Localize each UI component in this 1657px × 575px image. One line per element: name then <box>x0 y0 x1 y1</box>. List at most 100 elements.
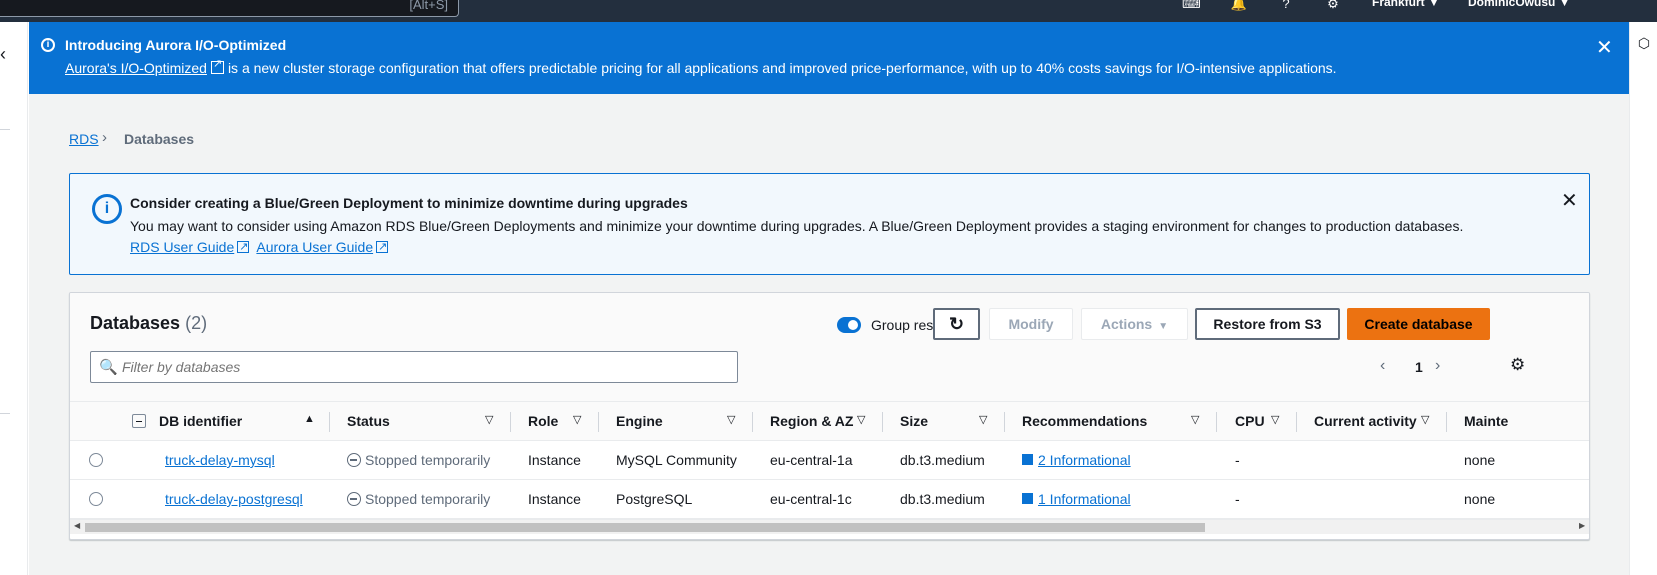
next-page-icon[interactable]: › <box>1435 357 1440 375</box>
recommendations-link[interactable]: 1 Informational <box>1038 491 1131 507</box>
previous-page-icon[interactable]: ‹ <box>1380 357 1385 375</box>
bell-icon[interactable]: 🔔 <box>1230 0 1248 11</box>
size-cell: db.t3.medium <box>900 452 985 468</box>
column-region-az[interactable]: Region & AZ <box>770 413 853 429</box>
collapse-all-checkbox[interactable] <box>132 414 146 428</box>
stopped-icon <box>347 492 361 506</box>
close-icon[interactable]: ✕ <box>1561 188 1578 213</box>
recommendations-link[interactable]: 2 Informational <box>1038 452 1131 468</box>
status-cell: Stopped temporarily <box>347 452 490 468</box>
table-row[interactable]: truck-delay-postgresql Stopped temporari… <box>70 480 1589 519</box>
filter-input[interactable] <box>122 356 722 378</box>
table-header: Databases (2) Group resources ↻ Modify A… <box>70 293 1589 401</box>
role-cell: Instance <box>528 491 581 507</box>
engine-cell: MySQL Community <box>616 452 737 468</box>
column-divider <box>1296 412 1297 432</box>
io-optimized-link[interactable]: Aurora's I/O-Optimized <box>65 60 207 76</box>
alert-message-text: You may want to consider using Amazon RD… <box>130 218 1464 234</box>
top-navigation: [Alt+S] ⌨ 🔔 ? ⚙ Frankfurt ▼ DominicOwusu… <box>0 0 1657 22</box>
sort-icon[interactable]: ▽ <box>857 413 865 426</box>
sort-ascending-icon[interactable]: ▲ <box>304 413 315 425</box>
restore-from-s3-button[interactable]: Restore from S3 <box>1195 308 1340 340</box>
cpu-cell: - <box>1235 452 1240 468</box>
column-db-identifier[interactable]: DB identifier <box>159 413 242 429</box>
db-identifier-link[interactable]: truck-delay-postgresql <box>165 491 303 507</box>
external-link-icon <box>376 237 389 258</box>
row-select-radio[interactable] <box>89 453 103 467</box>
refresh-button[interactable]: ↻ <box>933 308 980 340</box>
scroll-right-icon[interactable]: ▶ <box>1579 521 1585 530</box>
informational-icon <box>1022 454 1033 465</box>
main-content: i Introducing Aurora I/O-Optimized Auror… <box>29 22 1629 575</box>
caret-down-icon: ▼ <box>1158 321 1169 332</box>
column-size[interactable]: Size <box>900 413 928 429</box>
sort-icon[interactable]: ▽ <box>979 413 987 426</box>
sort-icon[interactable]: ▽ <box>573 413 581 426</box>
sort-icon[interactable]: ▽ <box>1271 413 1279 426</box>
column-recommendations[interactable]: Recommendations <box>1022 413 1147 429</box>
flash-banner: i Introducing Aurora I/O-Optimized Auror… <box>29 22 1629 94</box>
maintenance-cell: none <box>1464 491 1496 507</box>
column-maintenance[interactable]: Mainte <box>1464 413 1508 429</box>
aurora-user-guide-link[interactable]: Aurora User Guide <box>256 239 373 255</box>
column-divider <box>329 412 330 432</box>
scrollbar-thumb[interactable] <box>85 523 1205 532</box>
column-cpu[interactable]: CPU <box>1235 413 1265 429</box>
region-selector[interactable]: Frankfurt ▼ <box>1372 0 1440 9</box>
side-navigation: ‹ <box>0 22 28 575</box>
recommendations-cell: 2 Informational <box>1022 452 1131 468</box>
breadcrumb-rds[interactable]: RDS <box>69 131 99 147</box>
row-select-radio[interactable] <box>89 492 103 506</box>
column-divider <box>1446 412 1447 432</box>
global-search-input[interactable]: [Alt+S] <box>0 0 459 17</box>
column-current-activity[interactable]: Current activity <box>1314 413 1417 429</box>
column-divider <box>1004 412 1005 432</box>
account-menu[interactable]: DominicOwusu ▼ <box>1468 0 1571 9</box>
status-cell: Stopped temporarily <box>347 491 490 507</box>
db-identifier-link[interactable]: truck-delay-mysql <box>165 452 275 468</box>
scroll-left-icon[interactable]: ◀ <box>74 521 80 530</box>
close-icon[interactable]: ✕ <box>1596 35 1613 60</box>
status-text: Stopped temporarily <box>365 452 491 468</box>
tools-icon[interactable]: ⬡ <box>1636 35 1652 51</box>
filter-input-wrapper: 🔍 <box>90 351 738 383</box>
stopped-icon <box>347 453 361 467</box>
flash-message: Aurora's I/O-Optimized is a new cluster s… <box>65 57 1337 76</box>
alert-message: You may want to consider using Amazon RD… <box>130 216 1490 258</box>
databases-table: Databases (2) Group resources ↻ Modify A… <box>69 292 1590 540</box>
sort-icon[interactable]: ▽ <box>1421 413 1429 426</box>
column-role[interactable]: Role <box>528 413 558 429</box>
cloudshell-icon[interactable]: ⌨ <box>1182 0 1201 11</box>
tools-rail: ⬡ <box>1629 22 1657 575</box>
column-status[interactable]: Status <box>347 413 390 429</box>
gear-icon[interactable]: ⚙ <box>1510 355 1525 375</box>
table-row[interactable]: truck-delay-mysql Stopped temporarily In… <box>70 441 1589 480</box>
blue-green-alert: i Consider creating a Blue/Green Deploym… <box>69 173 1590 275</box>
info-icon: i <box>92 194 122 224</box>
actions-button[interactable]: Actions ▼ <box>1081 308 1188 340</box>
external-link-icon <box>237 237 250 258</box>
settings-icon[interactable]: ⚙ <box>1324 0 1342 11</box>
sort-icon[interactable]: ▽ <box>727 413 735 426</box>
group-resources-toggle[interactable] <box>837 317 861 333</box>
column-divider <box>598 412 599 432</box>
modify-button[interactable]: Modify <box>989 308 1073 340</box>
rds-user-guide-link[interactable]: RDS User Guide <box>130 239 234 255</box>
chevron-right-icon: › <box>102 129 107 146</box>
recommendations-cell: 1 Informational <box>1022 491 1131 507</box>
sort-icon[interactable]: ▽ <box>1191 413 1199 426</box>
region-cell: eu-central-1a <box>770 452 853 468</box>
create-database-button[interactable]: Create database <box>1347 308 1490 340</box>
horizontal-scrollbar[interactable]: ◀ ▶ <box>70 519 1589 534</box>
search-icon: 🔍 <box>99 359 118 376</box>
column-divider <box>752 412 753 432</box>
sort-icon[interactable]: ▽ <box>485 413 493 426</box>
divider <box>0 413 10 414</box>
flash-title: Introducing Aurora I/O-Optimized <box>65 37 287 53</box>
column-engine[interactable]: Engine <box>616 413 663 429</box>
status-text: Stopped temporarily <box>365 491 491 507</box>
help-icon[interactable]: ? <box>1277 0 1295 11</box>
page-number[interactable]: 1 <box>1415 359 1423 375</box>
actions-label: Actions <box>1100 316 1153 332</box>
chevron-left-icon[interactable]: ‹ <box>0 44 6 65</box>
